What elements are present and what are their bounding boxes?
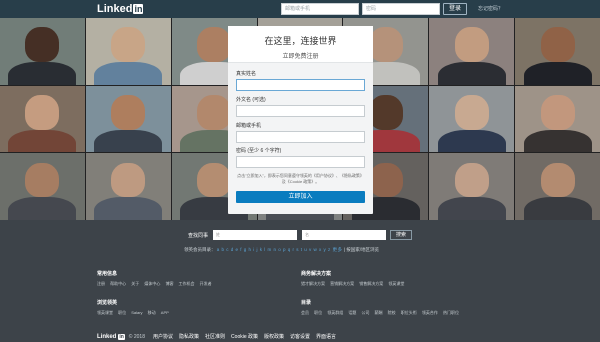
foreign-name-input[interactable] [236, 105, 365, 117]
footer-link-copyright[interactable]: 版权政策 [264, 333, 284, 340]
footer-section-links[interactable]: 注册 帮助中心 关于 媒体中心 博客 工作机会 开发者 [97, 281, 212, 287]
logo-in-badge: in [133, 4, 144, 14]
first-name-search-input[interactable]: 名 [302, 230, 386, 240]
directory-letter-links[interactable]: a b c d e f g h i j k l m n o p q r s t … [217, 247, 343, 252]
password-label: 密码 (至少 6 个字符) [236, 148, 282, 154]
top-nav-bar: Linked in 邮箱或手机 密码 登录 忘记密码？ [0, 0, 600, 18]
foreign-name-label: 外文名 (可选) [236, 97, 266, 103]
signup-subtitle: 立即免费注册 [282, 54, 319, 60]
footer-link-user-agreement[interactable]: 用户协议 [153, 333, 173, 340]
email-phone-label: 邮箱或手机 [236, 123, 262, 129]
header-email-input[interactable]: 邮箱或手机 [281, 3, 359, 15]
member-directory-row: 领英会员目录： a b c d e f g h i j k l m n o p … [184, 247, 379, 252]
logo-text: Linked [97, 3, 133, 15]
linkedin-logo[interactable]: Linked in [97, 3, 144, 15]
full-name-input[interactable] [236, 79, 365, 91]
find-colleague-label: 查找同事 [188, 233, 209, 239]
copyright-text: © 2018 [128, 333, 145, 340]
footer-bottom-bar: Linked in © 2018 用户协议 隐私政策 社区准则 Cookie 政… [97, 333, 342, 340]
footer-logo-badge: in [118, 333, 125, 340]
footer-section-title: 商务解决方案 [301, 271, 332, 277]
full-name-label: 真实姓名 [236, 71, 257, 77]
join-now-button[interactable]: 立即加入 [236, 191, 365, 203]
footer-section-links[interactable]: 猎才解决方案 营销解决方案 销售解决方案 领英课堂 [301, 281, 404, 287]
signup-card-header: 在这里，连接世界 立即免费注册 [228, 26, 373, 63]
footer-section-title: 常用信息 [97, 271, 118, 277]
terms-notice: 点击"立即加入"，即表示您同意遵守领英的《用户协议》、《隐私政策》及《Cooki… [237, 173, 364, 184]
forgot-password-link[interactable]: 忘记密码？ [478, 5, 503, 12]
footer-link-community[interactable]: 社区准则 [205, 333, 225, 340]
member-search-button[interactable]: 搜索 [390, 230, 412, 240]
header-password-input[interactable]: 密码 [362, 3, 440, 15]
login-button[interactable]: 登录 [443, 3, 467, 15]
footer-link-privacy[interactable]: 隐私政策 [179, 333, 199, 340]
footer-section-links[interactable]: 会员 职位 领英群组 话题 公司 薪酬 院校 职位头衔 领英合作 热门职位 [301, 310, 459, 316]
footer-link-cookie[interactable]: Cookie 政策 [231, 333, 258, 340]
footer-section-links[interactable]: 领英课堂 职位 Salary 移动 APP [97, 310, 169, 316]
email-phone-input[interactable] [236, 131, 365, 143]
footer-link-language[interactable]: 界面语言 [316, 333, 336, 340]
directory-label: 领英会员目录： [184, 247, 216, 252]
last-name-search-input[interactable]: 姓 [213, 230, 297, 240]
signup-card: 在这里，连接世界 立即免费注册 真实姓名 外文名 (可选) 邮箱或手机 密码 (… [228, 26, 373, 214]
footer-section-title: 浏览领英 [97, 300, 118, 306]
footer-logo-text: Linked [97, 333, 117, 340]
footer-section-title: 目录 [301, 300, 312, 306]
signup-title: 在这里，连接世界 [264, 36, 337, 46]
password-input[interactable] [236, 156, 365, 168]
browse-by-country-link[interactable]: 按国家/地区浏览 [346, 247, 379, 252]
footer-link-guest-settings[interactable]: 访客设置 [290, 333, 310, 340]
